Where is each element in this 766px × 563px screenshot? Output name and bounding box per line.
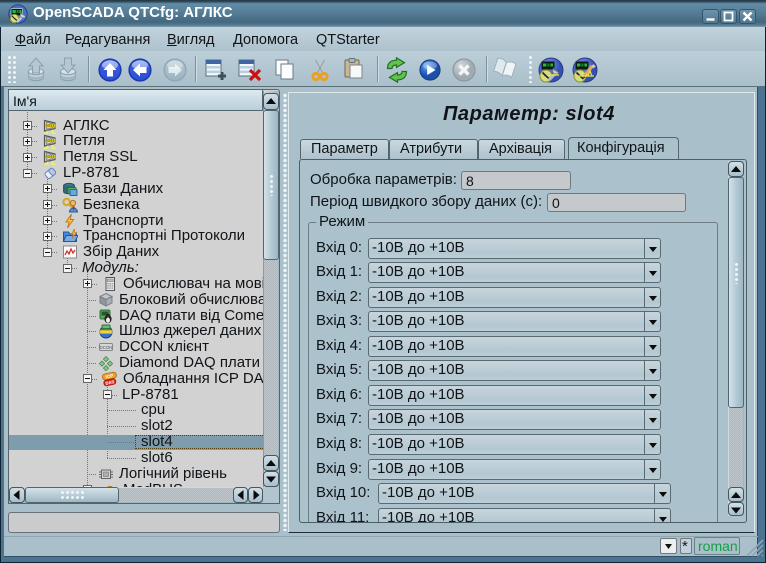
svg-text:DCON: DCON [100, 345, 113, 350]
svg-text:DAS: DAS [105, 379, 115, 386]
